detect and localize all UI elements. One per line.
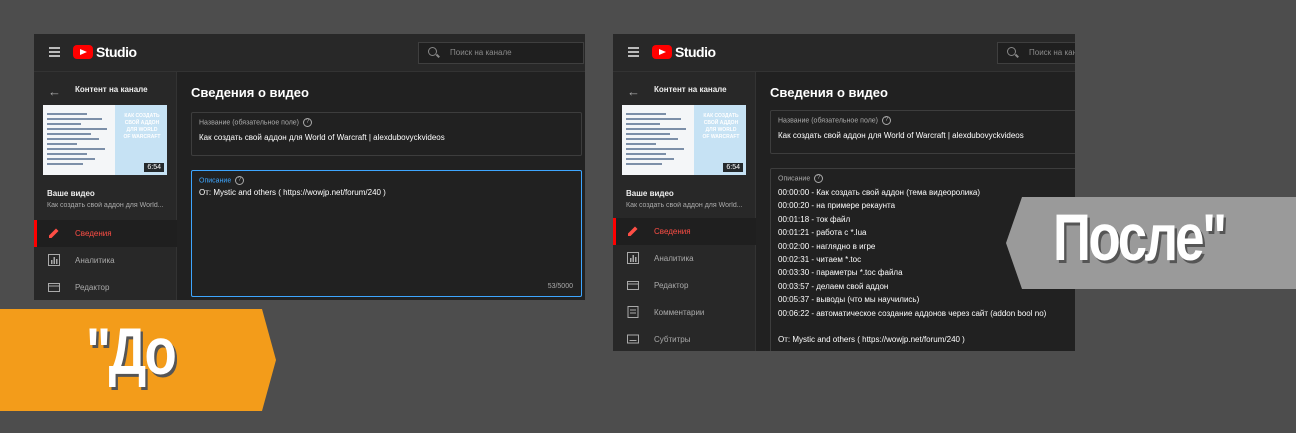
back-arrow-icon[interactable]: ← — [48, 84, 61, 99]
help-icon[interactable]: ? — [235, 176, 245, 185]
search-input[interactable]: Поиск на канале — [997, 42, 1075, 64]
nav-label: Редактор — [75, 283, 110, 292]
description-line: 00:06:22 - автоматическое создание аддон… — [778, 308, 1047, 318]
description-line: 00:03:30 - параметры *.toc файла — [778, 268, 903, 278]
editor-icon — [627, 281, 639, 290]
before-banner-text: "До — [86, 314, 177, 388]
search-placeholder: Поиск на канале — [450, 48, 512, 57]
description-field-value[interactable]: 00:00:00 - Как создать свой аддон (тема … — [778, 186, 1046, 347]
description-field-label: Описание? — [778, 174, 824, 183]
video-title-short: Как создать свой аддон для World... — [626, 202, 743, 209]
nav-item-editor[interactable]: Редактор — [34, 274, 177, 300]
sidebar-title: Контент на канале — [654, 85, 727, 94]
your-video-label: Ваше видео — [47, 189, 95, 198]
youtube-logo-icon[interactable] — [652, 45, 672, 59]
nav-label: Сведения — [654, 227, 691, 236]
youtube-logo-icon[interactable] — [73, 45, 93, 59]
description-line: 00:00:00 - Как создать свой аддон (тема … — [778, 188, 980, 197]
description-line — [778, 320, 1046, 333]
nav-item-details[interactable]: Сведения — [613, 218, 756, 245]
description-line: 00:02:00 - наглядно в игре — [778, 241, 876, 251]
video-thumbnail[interactable]: КАК СОЗДАТЬ СВОЙ АДДОН ДЛЯ WORLD OF WARC… — [43, 105, 167, 175]
your-video-label: Ваше видео — [626, 189, 674, 198]
title-field[interactable]: Название (обязательное поле)? Как создат… — [770, 110, 1075, 154]
analytics-icon — [627, 252, 639, 264]
description-line: 00:01:18 - ток файл — [778, 214, 851, 224]
video-thumbnail[interactable]: КАК СОЗДАТЬ СВОЙ АДДОН ДЛЯ WORLD OF WARC… — [622, 105, 746, 175]
nav-item-analytics[interactable]: Аналитика — [613, 245, 756, 272]
description-line: 00:05:37 - выводы (что мы научились) — [778, 295, 920, 305]
pencil-icon — [49, 228, 59, 238]
thumbnail-caption: КАК СОЗДАТЬ СВОЙ АДДОН ДЛЯ WORLD OF WARC… — [702, 113, 740, 140]
description-line: 00:02:31 - читаем *.toc — [778, 254, 862, 264]
duration-badge: 6:54 — [144, 163, 164, 172]
title-field-value[interactable]: Как создать свой аддон для World of Warc… — [778, 131, 1024, 140]
nav-label: Редактор — [654, 281, 689, 290]
search-placeholder: Поиск на канале — [1029, 48, 1075, 57]
studio-logo-text[interactable]: Studio — [675, 44, 716, 60]
nav-label: Комментарии — [654, 308, 705, 317]
nav-label: Аналитика — [75, 256, 115, 265]
sidebar: ← Контент на канале КАК СОЗДАТЬ СВОЙ АДД… — [34, 72, 177, 300]
search-icon — [1007, 47, 1016, 56]
help-icon[interactable]: ? — [814, 174, 824, 183]
top-bar: Studio Поиск на канале — [34, 34, 585, 72]
studio-logo-text[interactable]: Studio — [96, 44, 137, 60]
analytics-icon — [48, 254, 60, 266]
nav-label: Сведения — [75, 229, 112, 238]
studio-window-after: Studio Поиск на канале ← Контент на кана… — [613, 34, 1075, 351]
thumbnail-spreadsheet — [43, 105, 115, 175]
nav-item-subtitles[interactable]: Субтитры — [613, 326, 756, 351]
description-field[interactable]: Описание? От: Mystic and others ( https:… — [191, 170, 582, 297]
main-content: Сведения о видео Название (обязательное … — [177, 72, 585, 300]
thumbnail-spreadsheet — [622, 105, 694, 175]
nav-item-details[interactable]: Сведения — [34, 220, 177, 247]
pencil-icon — [628, 226, 638, 236]
studio-window-before: Studio Поиск на канале ← Контент на кана… — [34, 34, 585, 300]
description-line: 00:03:57 - делаем свой аддон — [778, 281, 889, 291]
title-field-label: Название (обязательное поле)? — [778, 116, 891, 125]
video-title-short: Как создать свой аддон для World... — [47, 202, 164, 209]
character-counter: 53/5000 — [547, 283, 573, 290]
help-icon[interactable]: ? — [303, 118, 312, 127]
menu-icon[interactable] — [628, 47, 639, 57]
back-arrow-icon[interactable]: ← — [627, 84, 640, 99]
title-field-value[interactable]: Как создать свой аддон для World of Warc… — [199, 133, 445, 142]
comments-icon — [627, 306, 639, 318]
duration-badge: 6:54 — [723, 163, 743, 172]
title-field-label: Название (обязательное поле)? — [199, 118, 312, 127]
nav-label: Субтитры — [654, 335, 691, 344]
search-input[interactable]: Поиск на канале — [418, 42, 584, 64]
nav-item-analytics[interactable]: Аналитика — [34, 247, 177, 274]
page-title: Сведения о видео — [770, 85, 888, 100]
description-field-value[interactable]: От: Mystic and others ( https://wowjp.ne… — [199, 188, 386, 197]
nav-label: Аналитика — [654, 254, 694, 263]
description-line: От: Mystic and others ( https://wowjp.ne… — [778, 335, 965, 345]
sidebar: ← Контент на канале КАК СОЗДАТЬ СВОЙ АДД… — [613, 72, 756, 351]
page-title: Сведения о видео — [191, 85, 309, 100]
help-icon[interactable]: ? — [882, 116, 891, 125]
title-field[interactable]: Название (обязательное поле)? Как создат… — [191, 112, 582, 156]
after-banner-text: После" — [1053, 200, 1227, 274]
menu-icon[interactable] — [49, 47, 60, 57]
nav-item-comments[interactable]: Комментарии — [613, 299, 756, 326]
top-bar: Studio Поиск на канале — [613, 34, 1075, 72]
subtitles-icon — [627, 334, 639, 344]
description-line: 00:00:20 - на примере рекаунта — [778, 201, 896, 211]
thumbnail-caption: КАК СОЗДАТЬ СВОЙ АДДОН ДЛЯ WORLD OF WARC… — [123, 113, 161, 140]
sidebar-title: Контент на канале — [75, 85, 148, 94]
description-line: 00:01:21 - работа с *.lua — [778, 228, 867, 238]
description-field-label: Описание? — [199, 176, 245, 185]
search-icon — [428, 47, 437, 56]
nav-item-editor[interactable]: Редактор — [613, 272, 756, 299]
editor-icon — [48, 283, 60, 292]
